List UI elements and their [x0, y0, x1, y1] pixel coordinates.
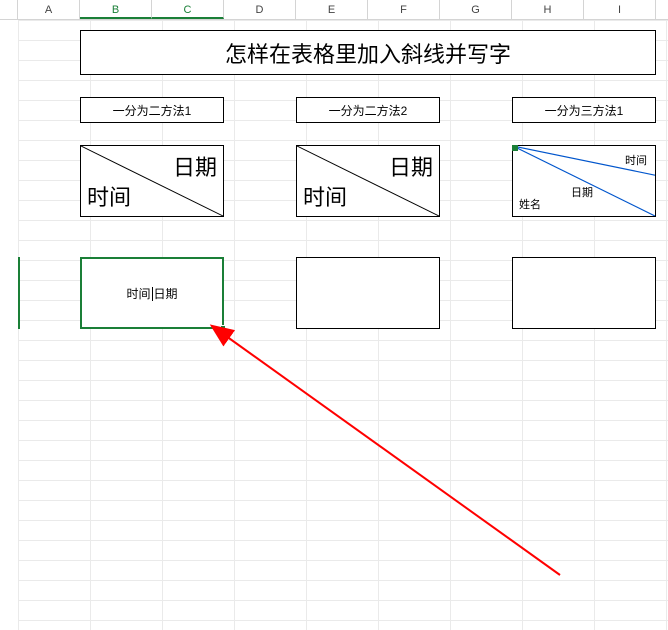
- row-selection-indicator: [18, 257, 20, 329]
- diagonal-cell-1[interactable]: 日期 时间: [80, 145, 224, 217]
- fill-handle[interactable]: [220, 325, 226, 331]
- col-A[interactable]: A: [18, 0, 80, 19]
- col-E[interactable]: E: [296, 0, 368, 19]
- method-1-label[interactable]: 一分为二方法1: [80, 97, 224, 123]
- text-cursor-icon: [152, 287, 153, 301]
- tri-label-name: 姓名: [519, 196, 541, 212]
- three-split-cell[interactable]: 时间 日期 姓名: [512, 145, 656, 217]
- col-I[interactable]: I: [584, 0, 656, 19]
- empty-target-cell-3[interactable]: [512, 257, 656, 329]
- tri-label-time: 时间: [625, 152, 647, 168]
- tri-label-date: 日期: [571, 184, 593, 200]
- diag1-top: 日期: [173, 150, 217, 182]
- diag1-bottom: 时间: [87, 180, 131, 212]
- empty-target-cell-2[interactable]: [296, 257, 440, 329]
- column-headers[interactable]: A B C D E F G H I: [0, 0, 668, 20]
- title-text: 怎样在表格里加入斜线并写字: [225, 37, 511, 69]
- col-C[interactable]: C: [152, 0, 224, 19]
- col-D[interactable]: D: [224, 0, 296, 19]
- shape-handle[interactable]: [512, 145, 518, 151]
- diag2-top: 日期: [389, 150, 433, 182]
- col-G[interactable]: G: [440, 0, 512, 19]
- editing-text[interactable]: 时间日期: [126, 285, 177, 302]
- method-3-label[interactable]: 一分为三方法1: [512, 97, 656, 123]
- method-2-label[interactable]: 一分为二方法2: [296, 97, 440, 123]
- editing-cell[interactable]: 时间日期: [80, 257, 224, 329]
- diagonal-cell-2[interactable]: 日期 时间: [296, 145, 440, 217]
- col-H[interactable]: H: [512, 0, 584, 19]
- col-F[interactable]: F: [368, 0, 440, 19]
- diag2-bottom: 时间: [303, 180, 347, 212]
- col-B[interactable]: B: [80, 0, 152, 19]
- title-cell[interactable]: 怎样在表格里加入斜线并写字: [80, 30, 656, 75]
